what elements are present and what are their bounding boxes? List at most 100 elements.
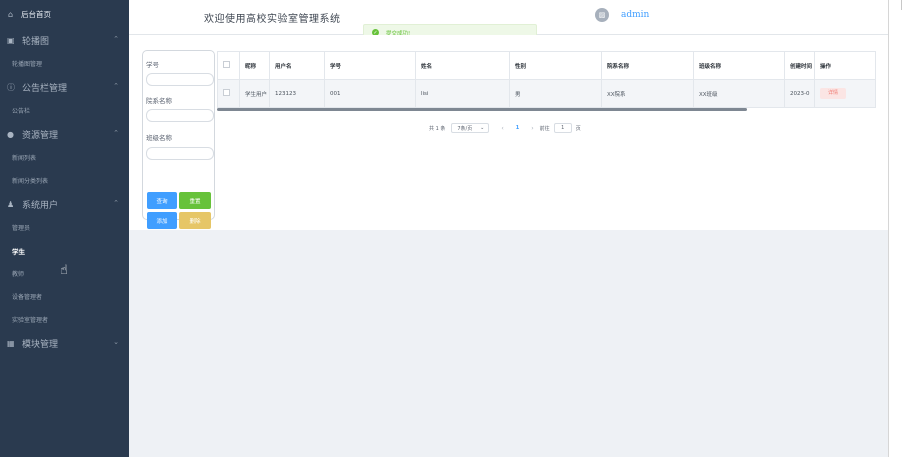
pagination: 共 1 条 7条/页 ⌄ ‹ 1 › 前往 1 页: [429, 122, 581, 134]
checkbox-icon: [223, 89, 230, 96]
select-all-checkbox[interactable]: [217, 51, 240, 80]
cell-nickname: 学生用户: [239, 79, 270, 108]
sidebar-item-label: 设备管理者: [12, 294, 43, 301]
sidebar-item-student[interactable]: 学生: [0, 239, 129, 262]
sidebar-item-label: 管理员: [12, 225, 31, 232]
username: admin: [621, 10, 650, 20]
filter-label-class: 班级名称: [146, 134, 172, 142]
table-header-row: 昵称 用户名 学号 姓名 性别 院系名称 班级名称 创建时间 操作: [217, 51, 876, 80]
cell-name: lisi: [415, 79, 510, 108]
user-icon: ♟: [7, 199, 15, 209]
reset-button[interactable]: 重置: [179, 192, 211, 209]
column-header[interactable]: 性别: [509, 51, 602, 80]
header: 欢迎使用高校实验室管理系统 ✓ 提交成功! ▨ admin: [129, 0, 888, 41]
query-button[interactable]: 查询: [147, 192, 177, 209]
sidebar-home[interactable]: ⌂ 后台首页: [0, 0, 129, 28]
filter-label-student-id: 学号: [146, 61, 159, 69]
location-icon: ●: [7, 129, 14, 139]
sidebar-group-system-users[interactable]: ♟ 系统用户 ⌃: [0, 192, 129, 216]
row-checkbox[interactable]: [217, 79, 240, 108]
sidebar-item-label: 轮播图管理: [12, 61, 43, 68]
goto-label: 前往: [539, 125, 550, 132]
sidebar-item-label: 教师: [12, 271, 25, 278]
chevron-up-icon: ⌃: [113, 129, 119, 137]
sidebar-item-label: 学生: [12, 247, 25, 256]
home-icon: ⌂: [8, 9, 14, 19]
sidebar-group-label: 轮播图: [22, 36, 50, 47]
sidebar-item-news-list[interactable]: 新闻列表: [0, 146, 129, 169]
cell-action: 详情: [814, 79, 876, 108]
page-size-select[interactable]: 7条/页 ⌄: [451, 123, 490, 133]
sidebar-item-notice[interactable]: 公告栏: [0, 99, 129, 122]
chevron-up-icon: ⌃: [113, 35, 119, 43]
prev-page-icon[interactable]: ‹: [501, 125, 503, 132]
filter-panel: 学号 院系名称 班级名称 查询 重置 添加 删除: [142, 50, 215, 229]
chevron-down-icon: ⌄: [113, 338, 119, 346]
cell-department: XX院系: [601, 79, 694, 108]
cell-student-id: 001: [324, 79, 416, 108]
grid-icon: ▦: [7, 338, 15, 348]
table-horizontal-scrollbar[interactable]: [217, 108, 747, 111]
delete-button[interactable]: 删除: [179, 212, 211, 229]
page-suffix: 页: [575, 125, 581, 132]
main-content: 学号 院系名称 班级名称 查询 重置 添加 删除 昵称 用户名 学号 姓名 性别…: [129, 35, 888, 230]
chevron-up-icon: ⌃: [113, 199, 119, 207]
sidebar-item-device-manager[interactable]: 设备管理者: [0, 285, 129, 308]
column-header[interactable]: 创建时间: [784, 51, 815, 80]
sidebar-group-resources[interactable]: ● 资源管理 ⌃: [0, 122, 129, 146]
class-input[interactable]: [146, 147, 214, 160]
student-table: 昵称 用户名 学号 姓名 性别 院系名称 班级名称 创建时间 操作 学生用户 1…: [217, 51, 876, 108]
sidebar-item-lab-manager[interactable]: 实验室管理者: [0, 308, 129, 331]
column-header[interactable]: 昵称: [239, 51, 270, 80]
page-size-value: 7条/页: [457, 125, 473, 132]
goto-page-input[interactable]: 1: [553, 123, 572, 133]
department-input[interactable]: [146, 109, 214, 122]
pagination-total: 共 1 条: [429, 125, 446, 132]
sidebar-group-label: 模块管理: [22, 339, 59, 350]
sidebar-group-modules[interactable]: ▦ 模块管理 ⌄: [0, 331, 129, 355]
hand-cursor-icon: ☝: [60, 263, 68, 278]
cell-gender: 男: [509, 79, 602, 108]
window-scrollbar[interactable]: [888, 0, 910, 457]
avatar-icon: ▨: [595, 8, 609, 22]
add-button[interactable]: 添加: [147, 212, 177, 229]
student-id-input[interactable]: [146, 73, 214, 86]
detail-button[interactable]: 详情: [820, 88, 846, 99]
scrollbar-thumb[interactable]: [901, 0, 902, 10]
sidebar-group-label: 系统用户: [22, 200, 59, 211]
sidebar-item-label: 新闻列表: [12, 155, 37, 162]
user-menu[interactable]: ▨ admin: [595, 8, 649, 22]
sidebar-group-notice[interactable]: ⓘ 公告栏管理 ⌃: [0, 75, 129, 99]
next-page-icon[interactable]: ›: [531, 125, 533, 132]
sidebar-home-label: 后台首页: [21, 9, 51, 19]
sidebar-item-news-category[interactable]: 新闻分类列表: [0, 169, 129, 192]
sidebar-item-carousel-manage[interactable]: 轮播图管理: [0, 52, 129, 75]
sidebar-group-carousel[interactable]: ▣ 轮播图 ⌃: [0, 28, 129, 52]
cell-created: 2023-0: [784, 79, 815, 108]
column-header[interactable]: 学号: [324, 51, 416, 80]
column-header: 操作: [814, 51, 876, 80]
cell-username: 123123: [269, 79, 325, 108]
chevron-down-icon: ⌄: [480, 125, 485, 131]
sidebar-item-admin[interactable]: 管理员: [0, 216, 129, 239]
page-title: 欢迎使用高校实验室管理系统: [204, 14, 341, 25]
filter-label-department: 院系名称: [146, 97, 172, 105]
sidebar-group-label: 资源管理: [22, 130, 59, 141]
chevron-up-icon: ⌃: [113, 82, 119, 90]
column-header[interactable]: 用户名: [269, 51, 325, 80]
current-page[interactable]: 1: [516, 125, 519, 131]
picture-icon: ▣: [7, 35, 15, 45]
sidebar-item-label: 公告栏: [12, 108, 31, 115]
table-row[interactable]: 学生用户 123123 001 lisi 男 XX院系 XX班级 2023-0 …: [217, 79, 876, 108]
info-circle-icon: ⓘ: [7, 82, 15, 92]
sidebar-item-label: 实验室管理者: [12, 317, 49, 324]
content-background: [129, 230, 888, 457]
cell-class: XX班级: [693, 79, 785, 108]
sidebar-item-label: 新闻分类列表: [12, 178, 49, 185]
column-header[interactable]: 姓名: [415, 51, 510, 80]
column-header[interactable]: 班级名称: [693, 51, 785, 80]
sidebar: ⌂ 后台首页 ▣ 轮播图 ⌃ 轮播图管理 ⓘ 公告栏管理 ⌃ 公告栏 ● 资源管…: [0, 0, 129, 457]
checkbox-icon: [223, 61, 230, 68]
sidebar-group-label: 公告栏管理: [22, 83, 68, 94]
column-header[interactable]: 院系名称: [601, 51, 694, 80]
